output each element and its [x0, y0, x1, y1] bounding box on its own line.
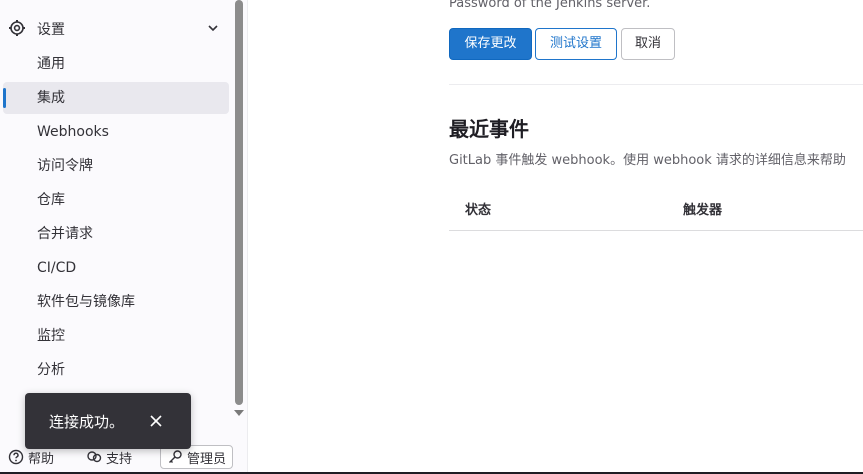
sidebar-item-analytics[interactable]: 分析 — [3, 354, 229, 386]
scrollbar-thumb[interactable] — [235, 0, 243, 405]
chevron-down-icon — [208, 25, 218, 32]
sidebar-item-label: 监控 — [37, 328, 65, 344]
toast-notification: 连接成功。 — [25, 393, 191, 449]
test-settings-button[interactable]: 测试设置 — [535, 28, 617, 60]
cancel-button[interactable]: 取消 — [621, 28, 675, 60]
events-table-header: 状态 触发器 — [449, 185, 863, 231]
sidebar-scrollbar[interactable] — [233, 0, 245, 420]
sidebar-item-repository[interactable]: 仓库 — [3, 184, 229, 216]
sidebar-item-access-tokens[interactable]: 访问令牌 — [3, 150, 229, 182]
scroll-down-arrow[interactable] — [234, 410, 244, 416]
sidebar-item-label: 软件包与镜像库 — [37, 294, 135, 310]
sidebar-item-general[interactable]: 通用 — [3, 48, 229, 80]
key-icon — [169, 450, 182, 463]
sidebar-item-integrations[interactable]: 集成 — [3, 82, 229, 114]
column-header-trigger: 触发器 — [683, 203, 723, 218]
password-help-text: Password of the Jenkins server. — [449, 0, 651, 11]
gear-icon — [9, 20, 25, 36]
help-label: 帮助 — [28, 451, 55, 467]
sidebar-item-cicd[interactable]: CI/CD — [3, 252, 229, 284]
sidebar-item-label: CI/CD — [37, 260, 77, 276]
save-changes-button[interactable]: 保存更改 — [449, 28, 532, 60]
main-content: Password of the Jenkins server. 保存更改 测试设… — [249, 0, 863, 474]
support-label: 支持 — [106, 451, 133, 467]
sidebar-item-label: Webhooks — [37, 124, 109, 140]
sidebar-item-label: 分析 — [37, 362, 65, 378]
admin-label: 管理员 — [187, 451, 227, 467]
question-icon — [8, 449, 24, 465]
toast-message: 连接成功。 — [49, 413, 125, 431]
close-icon[interactable] — [147, 412, 165, 430]
recent-events-title: 最近事件 — [449, 117, 529, 141]
settings-section-toggle[interactable]: 设置 — [0, 12, 232, 44]
settings-label: 设置 — [37, 22, 65, 38]
sidebar-item-webhooks[interactable]: Webhooks — [3, 116, 229, 148]
sidebar-item-packages-registries[interactable]: 软件包与镜像库 — [3, 286, 229, 318]
section-divider — [449, 84, 863, 85]
sidebar-item-merge-requests[interactable]: 合并请求 — [3, 218, 229, 250]
support-icon — [87, 451, 102, 463]
sidebar-item-label: 合并请求 — [37, 226, 93, 242]
sidebar-item-label: 仓库 — [37, 192, 65, 208]
sidebar-item-label: 集成 — [37, 90, 65, 106]
sidebar-item-label: 访问令牌 — [37, 158, 93, 174]
recent-events-description: GitLab 事件触发 webhook。使用 webhook 请求的详细信息来帮… — [449, 153, 846, 168]
sidebar-item-monitor[interactable]: 监控 — [3, 320, 229, 352]
sidebar-item-label: 通用 — [37, 56, 65, 72]
column-header-status: 状态 — [465, 203, 492, 218]
